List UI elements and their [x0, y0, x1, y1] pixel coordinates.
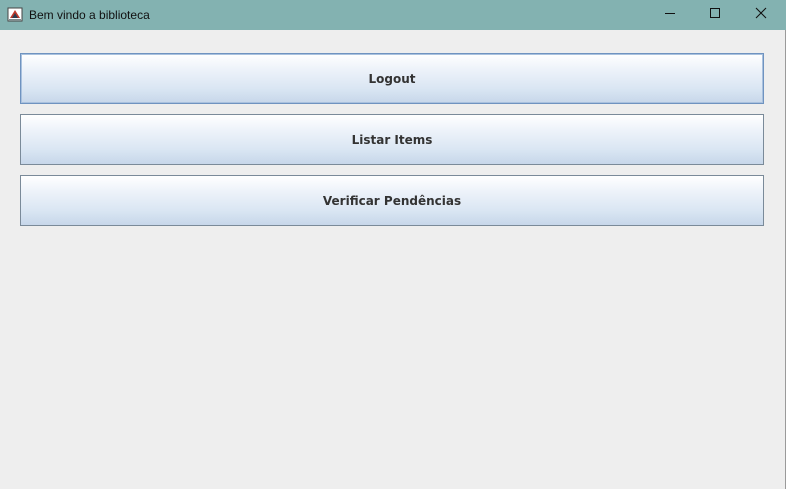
maximize-icon [709, 6, 721, 24]
title-bar[interactable]: Bem vindo a biblioteca [0, 0, 786, 30]
check-pending-button[interactable]: Verificar Pendências [20, 175, 764, 226]
java-app-icon [7, 6, 23, 23]
close-button[interactable] [738, 0, 784, 30]
minimize-icon [664, 6, 676, 24]
logout-button[interactable]: Logout [20, 53, 764, 104]
list-items-button[interactable]: Listar Items [20, 114, 764, 165]
minimize-button[interactable] [647, 0, 693, 30]
window-title: Bem vindo a biblioteca [29, 8, 150, 22]
maximize-button[interactable] [692, 0, 738, 30]
list-items-button-label: Listar Items [351, 132, 433, 147]
check-pending-button-label: Verificar Pendências [322, 193, 462, 208]
close-icon [755, 6, 767, 24]
logout-button-label: Logout [368, 71, 416, 86]
